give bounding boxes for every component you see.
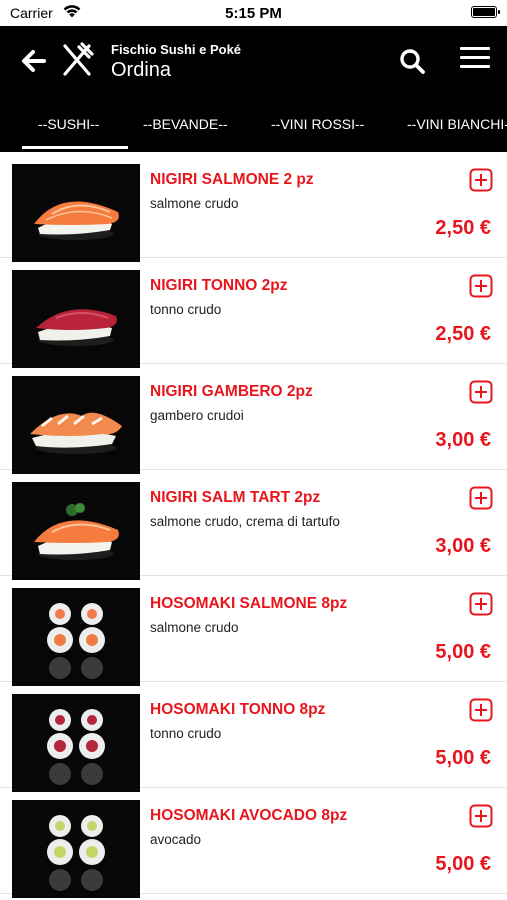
add-to-cart-icon[interactable]	[469, 380, 493, 404]
product-name: HOSOMAKI TONNO 8pz	[150, 701, 326, 718]
product-description: salmone crudo, crema di tartufo	[150, 514, 340, 529]
product-photo	[12, 800, 140, 898]
add-to-cart-icon[interactable]	[469, 486, 493, 510]
product-name: NIGIRI SALM TART 2pz	[150, 489, 321, 506]
product-photo	[12, 694, 140, 792]
product-item[interactable]: NIGIRI TONNO 2pz tonno crudo 2,50 €	[0, 258, 507, 368]
add-to-cart-icon[interactable]	[469, 804, 493, 828]
clock: 5:15 PM	[225, 5, 282, 22]
search-icon[interactable]	[398, 47, 426, 75]
product-item[interactable]: NIGIRI SALMONE 2 pz salmone crudo 2,50 €	[0, 152, 507, 262]
battery-icon	[471, 6, 500, 18]
add-to-cart-icon[interactable]	[469, 274, 493, 298]
add-to-cart-icon[interactable]	[469, 168, 493, 192]
add-to-cart-icon[interactable]	[469, 698, 493, 722]
page-title: Ordina	[111, 59, 172, 81]
app-header: Fischio Sushi e Poké Ordina --SUSHI-- --…	[0, 26, 507, 152]
product-name: NIGIRI SALMONE 2 pz	[150, 171, 314, 188]
selected-tab-indicator	[22, 146, 128, 149]
product-price: 3,00 €	[435, 429, 491, 451]
tab-sushi[interactable]: --SUSHI--	[38, 116, 99, 132]
product-price: 5,00 €	[435, 641, 491, 663]
product-photo	[12, 482, 140, 580]
product-price: 2,50 €	[435, 217, 491, 239]
fork-knife-icon	[63, 42, 94, 76]
tab-bevande[interactable]: --BEVANDE--	[143, 116, 228, 132]
product-price: 2,50 €	[435, 323, 491, 345]
product-item[interactable]: HOSOMAKI TONNO 8pz tonno crudo 5,00 €	[0, 682, 507, 792]
product-name: HOSOMAKI SALMONE 8pz	[150, 595, 348, 612]
product-description: tonno crudo	[150, 726, 222, 741]
hamburger-menu-icon[interactable]	[460, 47, 490, 73]
product-description: salmone crudo	[150, 620, 239, 635]
product-description: tonno crudo	[150, 302, 222, 317]
status-bar: Carrier 5:15 PM	[0, 0, 507, 26]
product-price: 3,00 €	[435, 535, 491, 557]
category-tabs: --SUSHI-- --BEVANDE-- --VINI ROSSI-- --V…	[0, 106, 507, 152]
product-name: NIGIRI GAMBERO 2pz	[150, 383, 313, 400]
product-price: 5,00 €	[435, 747, 491, 769]
product-name: HOSOMAKI AVOCADO 8pz	[150, 807, 348, 824]
product-list: NIGIRI SALMONE 2 pz salmone crudo 2,50 €…	[0, 152, 507, 898]
tab-vini-rossi[interactable]: --VINI ROSSI--	[271, 116, 364, 132]
product-item[interactable]: NIGIRI GAMBERO 2pz gambero crudoi 3,00 €	[0, 364, 507, 474]
product-item[interactable]: HOSOMAKI AVOCADO 8pz avocado 5,00 €	[0, 788, 507, 898]
product-description: avocado	[150, 832, 202, 847]
product-photo	[12, 164, 140, 262]
product-description: salmone crudo	[150, 196, 239, 211]
restaurant-name: Fischio Sushi e Poké	[111, 42, 242, 57]
product-photo	[12, 270, 140, 368]
product-name: NIGIRI TONNO 2pz	[150, 277, 288, 294]
add-to-cart-icon[interactable]	[469, 592, 493, 616]
back-arrow-icon[interactable]	[18, 46, 48, 76]
product-photo	[12, 588, 140, 686]
product-photo	[12, 376, 140, 474]
product-item[interactable]: NIGIRI SALM TART 2pz salmone crudo, crem…	[0, 470, 507, 580]
product-price: 5,00 €	[435, 853, 491, 875]
tab-vini-bianchi[interactable]: --VINI BIANCHI--	[407, 116, 507, 132]
product-description: gambero crudoi	[150, 408, 244, 423]
product-item[interactable]: HOSOMAKI SALMONE 8pz salmone crudo 5,00 …	[0, 576, 507, 686]
